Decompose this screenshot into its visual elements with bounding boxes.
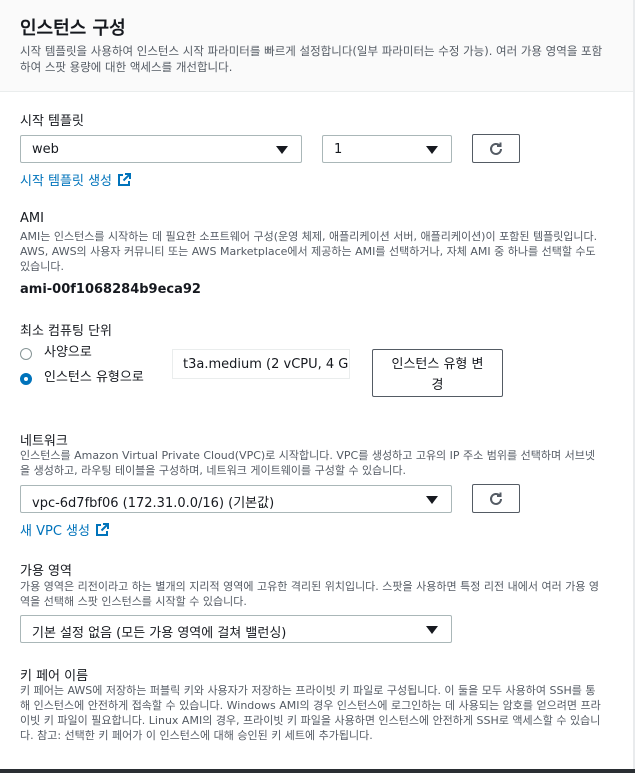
create-vpc-label: 새 VPC 생성	[20, 524, 90, 539]
ami-id: ami-00f1068284b9eca92	[20, 282, 201, 297]
external-link-icon	[118, 172, 131, 186]
refresh-icon	[490, 492, 502, 505]
change-instance-type-button[interactable]: 인스턴스 유형 변경	[372, 349, 503, 397]
availability-zone-label: 가용 영역	[20, 564, 72, 579]
instance-type-field: t3a.medium (2 vCPU, 4 GiB)	[172, 349, 350, 379]
caret-down-icon	[426, 626, 438, 634]
template-version-select[interactable]: 1	[322, 135, 452, 163]
create-launch-template-label: 시작 템플릿 생성	[20, 174, 112, 189]
launch-template-value: web	[32, 142, 59, 157]
radio-spec[interactable]	[20, 348, 32, 360]
ami-label: AMI	[20, 211, 44, 226]
availability-zone-value: 기본 설정 없음 (모든 가용 영역에 걸쳐 밸런싱)	[32, 626, 287, 641]
availability-zone-description: 가용 영역은 리전이라고 하는 별개의 지리적 영역에 고유한 격리된 위치입니…	[20, 580, 600, 608]
refresh-templates-button[interactable]	[472, 134, 520, 163]
external-link-icon	[95, 522, 109, 536]
network-description: 인스턴스를 Amazon Virtual Private Cloud(VPC)로…	[20, 449, 595, 477]
change-instance-type-label: 인스턴스 유형 변경	[391, 357, 484, 393]
launch-template-select[interactable]: web	[20, 135, 302, 163]
refresh-icon	[490, 142, 502, 155]
caret-down-icon	[426, 496, 438, 504]
template-version-value: 1	[334, 142, 343, 157]
key-pair-label: 키 페어 이름	[20, 669, 89, 684]
radio-instance-type-label: 인스턴스 유형으로	[44, 370, 144, 385]
radio-spec-label: 사양으로	[44, 345, 92, 360]
vpc-select[interactable]: vpc-6d7fbf06 (172.31.0.0/16) (기본값)	[20, 485, 452, 513]
availability-zone-select[interactable]: 기본 설정 없음 (모든 가용 영역에 걸쳐 밸런싱)	[20, 615, 452, 643]
page-header: 인스턴스 구성 시작 템플릿을 사용하여 인스턴스 시작 파라미터를 빠르게 설…	[0, 0, 633, 92]
create-vpc-link[interactable]: 새 VPC 생성	[20, 520, 109, 539]
refresh-vpc-button[interactable]	[472, 484, 520, 513]
page-description: 시작 템플릿을 사용하여 인스턴스 시작 파라미터를 빠르게 설정합니다(일부 …	[20, 44, 603, 74]
key-pair-description: 키 페어는 AWS에 저장하는 퍼블릭 키와 사용자가 저장하는 프라이빗 키 …	[20, 684, 601, 742]
network-label: 네트워크	[20, 434, 68, 449]
launch-template-label: 시작 템플릿	[20, 114, 84, 129]
instance-type-value: t3a.medium (2 vCPU, 4 GiB)	[183, 357, 350, 372]
page-title: 인스턴스 구성	[20, 18, 126, 39]
bottom-scroll-bar	[0, 769, 635, 773]
compute-unit-label: 최소 컴퓨팅 단위	[20, 324, 112, 339]
caret-down-icon	[426, 146, 438, 154]
ami-description: AMI는 인스턴스를 시작하는 데 필요한 소프트웨어 구성(운영 체제, 애플…	[20, 230, 598, 273]
create-launch-template-link[interactable]: 시작 템플릿 생성	[20, 170, 131, 189]
caret-down-icon	[276, 146, 288, 154]
radio-instance-type[interactable]	[20, 373, 32, 385]
vpc-value: vpc-6d7fbf06 (172.31.0.0/16) (기본값)	[32, 496, 275, 511]
